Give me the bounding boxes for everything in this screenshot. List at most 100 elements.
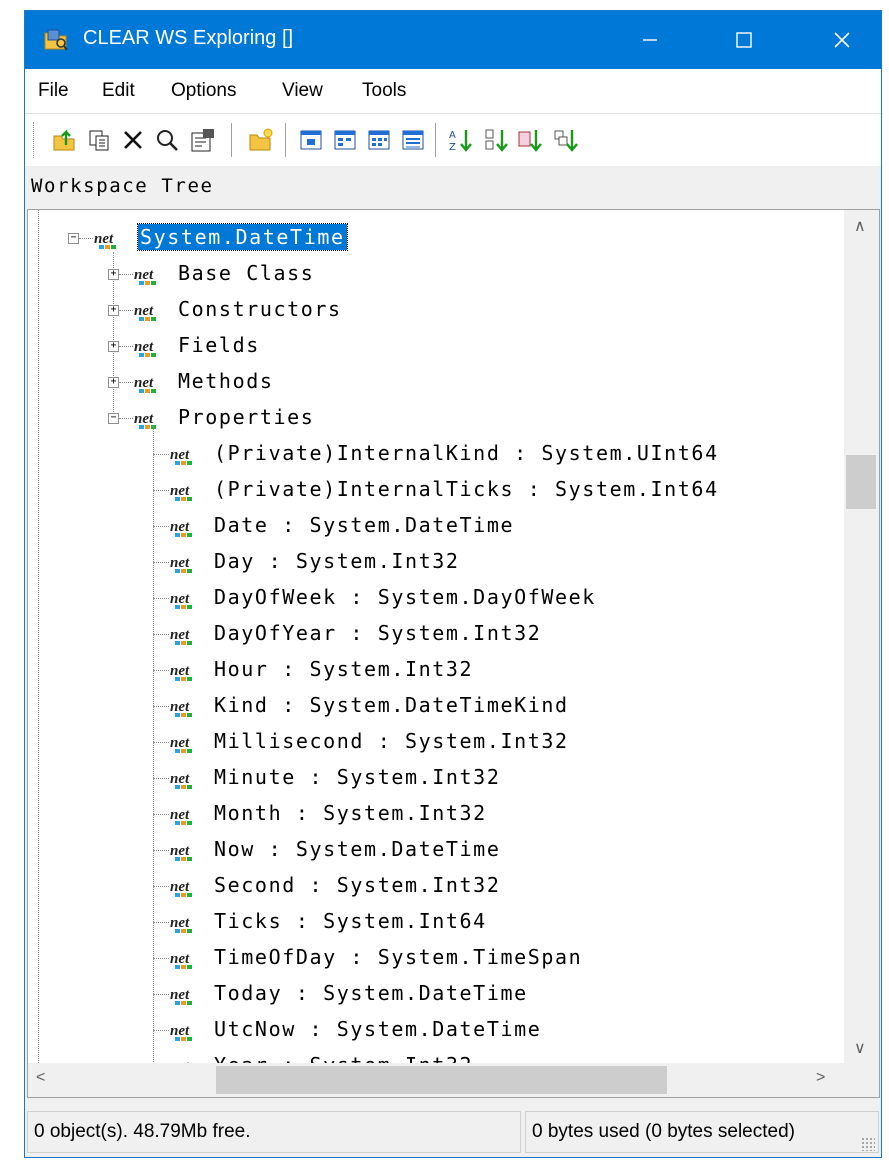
workspace-tree[interactable]: − net System.DateTime + net Base Class + net Con… <box>27 209 880 1098</box>
tree-connector-vertical <box>38 210 39 1063</box>
group-expand-icon[interactable]: + <box>108 341 119 352</box>
tree-node-root[interactable]: System.DateTime <box>137 223 348 251</box>
tree-connector-horizontal <box>153 886 169 887</box>
tree-connector-horizontal <box>153 922 169 923</box>
group-collapse-icon[interactable]: − <box>108 413 119 424</box>
tree-node-group[interactable]: Fields <box>176 332 262 358</box>
large-icons-view-icon <box>300 130 322 150</box>
scroll-right-icon[interactable]: > <box>816 1069 825 1087</box>
menu-file[interactable]: File <box>38 80 69 102</box>
open-folder-button[interactable] <box>247 126 275 154</box>
small-icons-view-icon <box>334 130 356 150</box>
small-icons-view-button[interactable] <box>331 126 359 154</box>
scroll-left-icon[interactable]: < <box>36 1069 45 1087</box>
window-title: CLEAR WS Exploring [] <box>83 27 294 49</box>
tree-node-property[interactable]: UtcNow : System.DateTime <box>212 1016 543 1042</box>
sort-by-type-button[interactable] <box>483 126 511 154</box>
tree-node-property[interactable]: (Private)InternalKind : System.UInt64 <box>212 440 721 466</box>
title-bar[interactable]: CLEAR WS Exploring [] <box>25 11 881 69</box>
menu-options[interactable]: Options <box>171 80 236 102</box>
large-icons-view-button[interactable] <box>297 126 325 154</box>
delete-button[interactable] <box>119 126 147 154</box>
status-objects: 0 object(s). 48.79Mb free. <box>27 1111 521 1153</box>
tree-connector-horizontal <box>153 958 169 959</box>
tree-node-property[interactable]: Millisecond : System.Int32 <box>212 728 571 754</box>
tree-node-property[interactable]: Kind : System.DateTimeKind <box>212 692 571 718</box>
group-expand-icon[interactable]: + <box>108 377 119 388</box>
toolbar-separator <box>285 123 286 157</box>
tree-connector-horizontal <box>153 454 169 455</box>
sort-by-size-button[interactable] <box>517 126 545 154</box>
copy-button[interactable] <box>85 126 113 154</box>
maximize-icon <box>736 32 752 48</box>
group-expand-icon[interactable]: + <box>108 305 119 316</box>
tree-node-group[interactable]: Methods <box>176 368 276 394</box>
svg-text:net: net <box>170 627 190 643</box>
app-icon <box>44 29 68 51</box>
net-icon: net <box>170 591 192 609</box>
close-button[interactable] <box>813 11 871 69</box>
tree-connector-horizontal <box>153 994 169 995</box>
sort-by-type-icon <box>485 129 508 152</box>
tree-connector-vertical <box>153 426 154 1068</box>
tree-node-property[interactable]: Ticks : System.Int64 <box>212 908 489 934</box>
tree-node-property[interactable]: (Private)InternalTicks : System.Int64 <box>212 476 721 502</box>
scroll-down-icon[interactable]: ∨ <box>854 1038 866 1058</box>
close-icon <box>834 32 850 48</box>
net-icon: net <box>134 411 156 429</box>
tree-node-group[interactable]: Properties <box>176 404 316 430</box>
vertical-scroll-thumb[interactable] <box>846 455 876 509</box>
root-collapse-icon[interactable]: − <box>68 233 79 244</box>
tree-connector-horizontal <box>153 742 169 743</box>
maximize-button[interactable] <box>715 11 773 69</box>
tree-node-property[interactable]: Second : System.Int32 <box>212 872 502 898</box>
resize-grip[interactable] <box>861 1137 875 1151</box>
net-icon: net <box>170 807 192 825</box>
find-button[interactable] <box>153 126 181 154</box>
net-icon: net <box>134 339 156 357</box>
tree-node-property[interactable]: Now : System.DateTime <box>212 836 502 862</box>
sort-by-date-button[interactable] <box>553 126 581 154</box>
net-icon: net <box>170 699 192 717</box>
tree-node-property[interactable]: Date : System.DateTime <box>212 512 516 538</box>
tree-node-property[interactable]: Hour : System.Int32 <box>212 656 475 682</box>
properties-button[interactable] <box>189 126 217 154</box>
net-icon: net <box>170 879 192 897</box>
scroll-up-icon[interactable]: ∧ <box>854 216 866 236</box>
menu-edit[interactable]: Edit <box>102 80 135 102</box>
tree-node-property[interactable]: TimeOfDay : System.TimeSpan <box>212 944 584 970</box>
horizontal-scroll-thumb[interactable] <box>216 1066 667 1094</box>
horizontal-scrollbar[interactable]: < > <box>28 1063 879 1097</box>
tree-node-property[interactable]: Month : System.Int32 <box>212 800 489 826</box>
tree-node-property[interactable]: Today : System.DateTime <box>212 980 530 1006</box>
tree-connector-horizontal <box>153 634 169 635</box>
net-icon: net <box>170 663 192 681</box>
tree-connector-horizontal <box>119 346 133 347</box>
svg-text:net: net <box>134 339 154 355</box>
menu-view[interactable]: View <box>282 80 323 102</box>
net-icon: net <box>170 1023 192 1041</box>
menu-tools[interactable]: Tools <box>362 80 406 102</box>
tree-node-group[interactable]: Base Class <box>176 260 316 286</box>
minimize-button[interactable] <box>621 11 679 69</box>
tree-node-group[interactable]: Constructors <box>176 296 344 322</box>
svg-text:net: net <box>170 519 190 535</box>
tree-node-property[interactable]: DayOfYear : System.Int32 <box>212 620 543 646</box>
details-view-button[interactable] <box>399 126 427 154</box>
sort-by-name-button[interactable]: AZ <box>447 126 475 154</box>
minimize-icon <box>643 39 657 41</box>
tree-node-property[interactable]: DayOfWeek : System.DayOfWeek <box>212 584 598 610</box>
up-folder-button[interactable] <box>51 126 79 154</box>
tree-node-property[interactable]: Day : System.Int32 <box>212 548 462 574</box>
svg-text:A: A <box>449 130 456 141</box>
net-icon: net <box>170 447 192 465</box>
svg-text:net: net <box>170 843 190 859</box>
tree-node-property[interactable]: Minute : System.Int32 <box>212 764 502 790</box>
vertical-scrollbar[interactable]: ∧ ∨ <box>844 210 879 1063</box>
svg-text:net: net <box>170 735 190 751</box>
net-icon: net <box>170 987 192 1005</box>
group-expand-icon[interactable]: + <box>108 269 119 280</box>
toolbar-grip[interactable] <box>33 122 37 158</box>
net-icon: net <box>170 951 192 969</box>
list-view-button[interactable] <box>365 126 393 154</box>
